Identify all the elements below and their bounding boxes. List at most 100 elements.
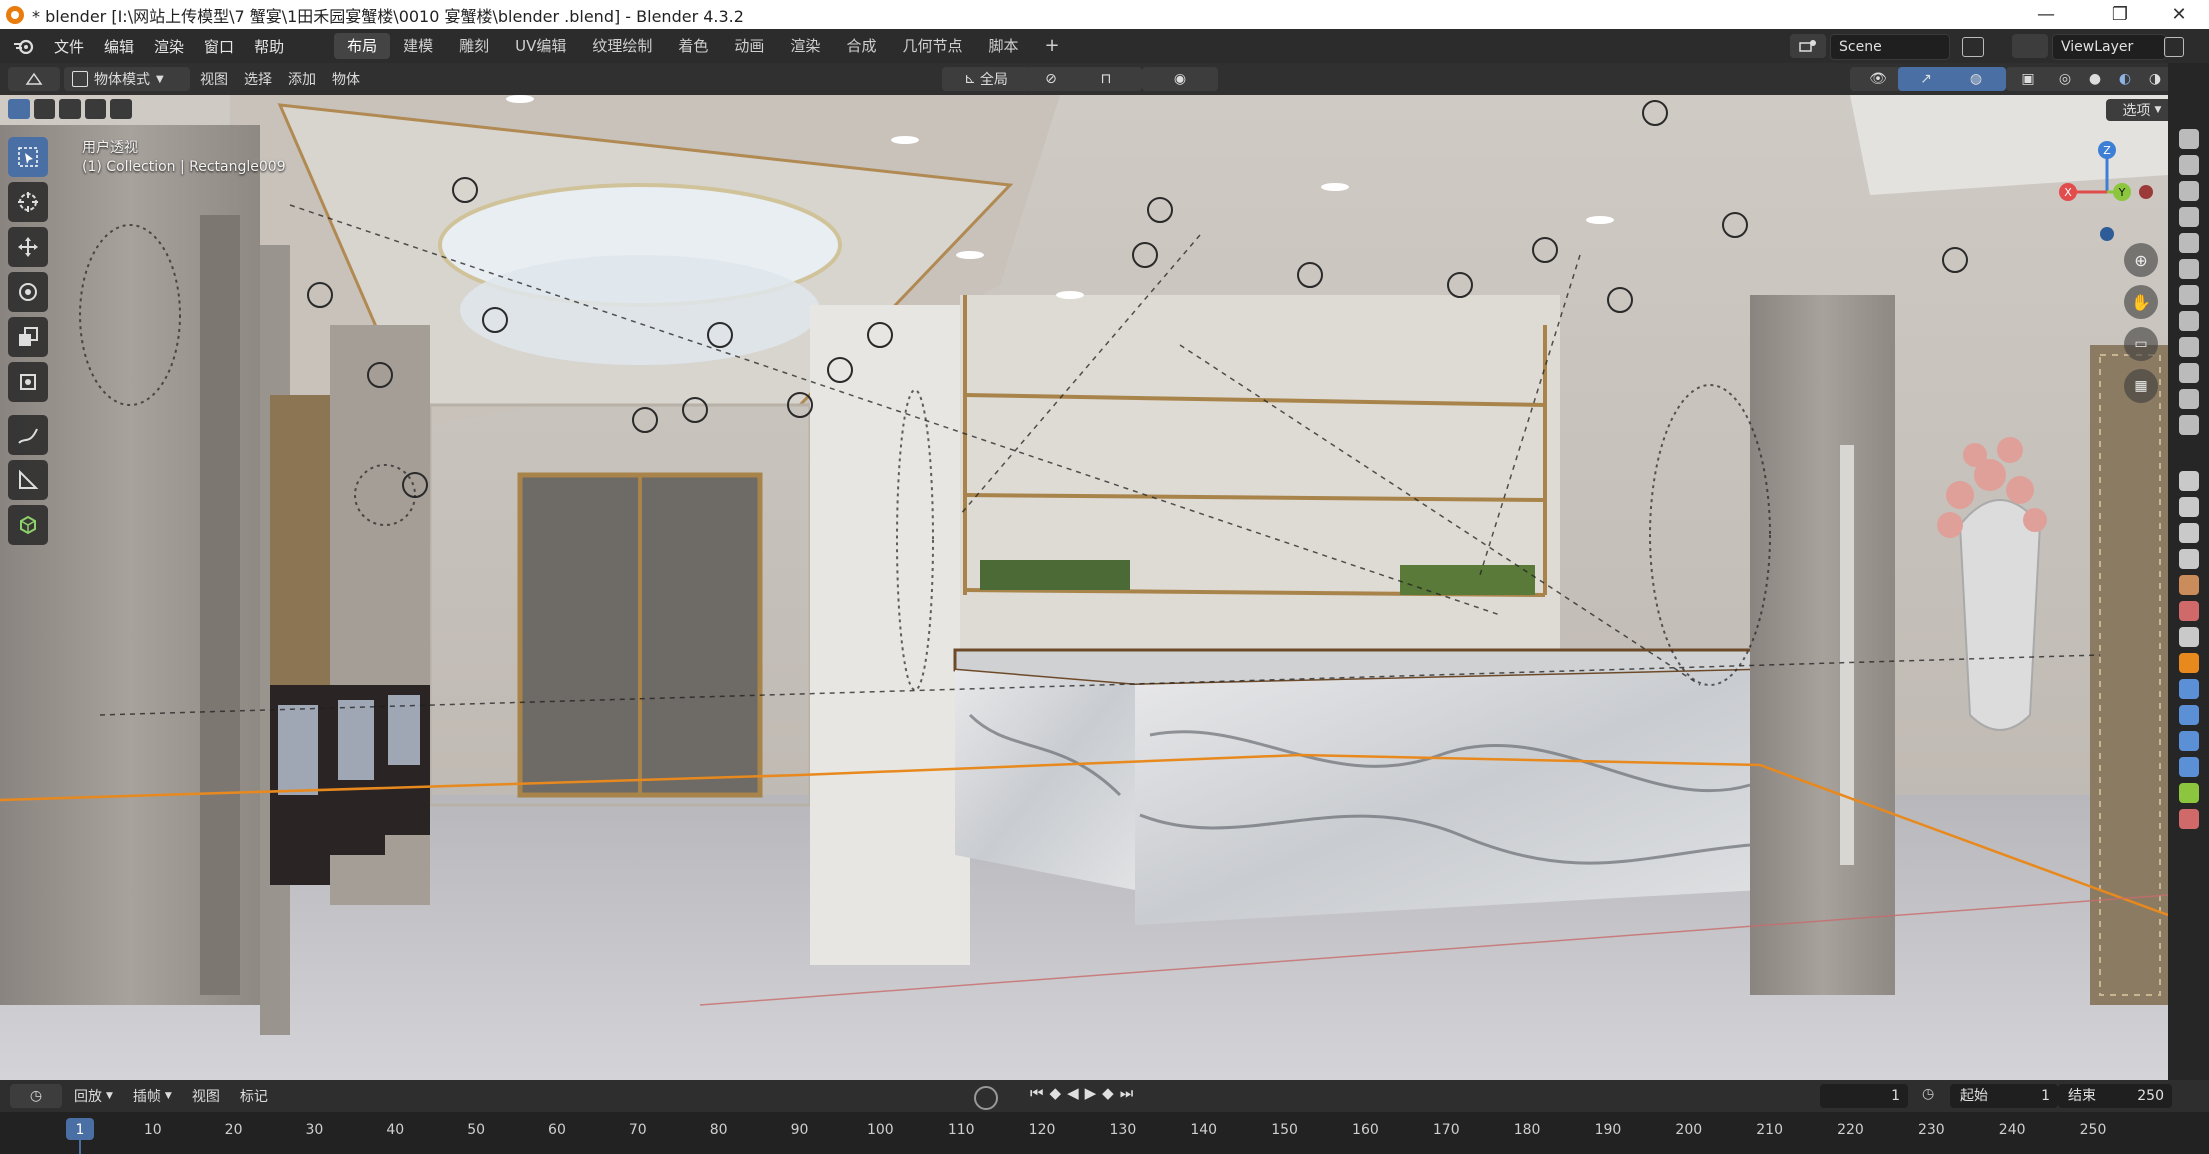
tab-animation[interactable]: 动画	[721, 33, 777, 59]
view-layer-settings-icon[interactable]	[2178, 549, 2199, 569]
annotate-icon[interactable]	[8, 415, 48, 455]
zoom-icon[interactable]: ⊕	[2124, 243, 2158, 277]
select-box-icon[interactable]	[8, 137, 48, 177]
tab-rendering[interactable]: 渲染	[777, 33, 833, 59]
measure-icon[interactable]	[8, 460, 48, 500]
camera-icon[interactable]	[2178, 129, 2199, 149]
particles-icon[interactable]	[2178, 705, 2199, 725]
menu-object[interactable]: 物体	[324, 69, 368, 89]
tab-shading[interactable]: 着色	[665, 33, 721, 59]
solid-shading-icon[interactable]: ●	[2089, 71, 2101, 87]
menu-timeline-view[interactable]: 视图	[184, 1084, 228, 1108]
camera-icon[interactable]	[2178, 311, 2199, 331]
add-cube-icon[interactable]	[8, 505, 48, 545]
menu-help[interactable]: 帮助	[244, 36, 294, 57]
view-layer-name-field[interactable]: ViewLayer	[2052, 34, 2166, 60]
camera-icon[interactable]	[2178, 207, 2199, 227]
move-icon[interactable]	[8, 227, 48, 267]
current-frame-field[interactable]: 1	[1820, 1084, 1908, 1108]
prev-keyframe-icon[interactable]: ◆	[1050, 1084, 1062, 1102]
navigation-gizmo[interactable]: Z X Y	[2052, 137, 2162, 247]
tool-settings-icon[interactable]	[2178, 471, 2199, 491]
proportional-edit-icon[interactable]: ◉	[1142, 67, 1218, 91]
editor-type-clock-icon[interactable]: ◷	[10, 1084, 62, 1108]
output-settings-icon[interactable]	[2178, 523, 2199, 543]
add-workspace-button[interactable]: +	[1031, 33, 1072, 59]
jump-end-icon[interactable]: ⏭	[1120, 1084, 1134, 1102]
overlays-icon[interactable]: ◍	[1946, 67, 2006, 91]
maximize-button[interactable]: ❐	[2090, 0, 2150, 29]
snap-icon[interactable]: ⊓	[1070, 67, 1142, 91]
constraints-icon[interactable]	[2178, 757, 2199, 777]
select-subtract-icon[interactable]	[59, 99, 81, 119]
tab-modeling[interactable]: 建模	[390, 33, 446, 59]
tab-compositing[interactable]: 合成	[833, 33, 889, 59]
neg-z-axis-handle[interactable]	[2100, 227, 2114, 241]
pan-hand-icon[interactable]: ✋	[2124, 285, 2158, 319]
shading-modes[interactable]: ◎ ● ◐ ◑	[2042, 67, 2178, 91]
menu-file[interactable]: 文件	[44, 36, 94, 57]
select-new-icon[interactable]	[8, 99, 30, 119]
menu-marker[interactable]: 标记	[232, 1084, 276, 1108]
physics-icon[interactable]	[2178, 731, 2199, 751]
play-reverse-icon[interactable]: ◀	[1067, 1084, 1079, 1102]
scene-selector-icon[interactable]	[1790, 34, 1826, 58]
scene-name-field[interactable]: Scene	[1830, 34, 1950, 60]
tab-layout[interactable]: 布局	[334, 33, 391, 59]
auto-keying-icon[interactable]	[974, 1086, 998, 1110]
transform-orientation-dropdown[interactable]: ⊾ 全局	[942, 67, 1030, 91]
camera-icon[interactable]	[2178, 363, 2199, 383]
menu-add[interactable]: 添加	[280, 69, 324, 89]
tab-scripting[interactable]: 脚本	[975, 33, 1031, 59]
start-frame-field[interactable]: 起始 1	[1950, 1084, 2058, 1108]
render-settings-icon[interactable]	[2178, 497, 2199, 517]
object-data-icon[interactable]	[2178, 783, 2199, 803]
material-icon[interactable]	[2178, 809, 2199, 829]
transform-icon[interactable]	[8, 362, 48, 402]
perspective-toggle-icon[interactable]: ▦	[2124, 369, 2158, 403]
view-layer-selector-icon[interactable]	[2012, 34, 2048, 58]
new-scene-icon[interactable]	[1962, 37, 1984, 57]
camera-icon[interactable]	[2178, 233, 2199, 253]
end-frame-field[interactable]: 结束 250	[2058, 1084, 2172, 1108]
rotate-icon[interactable]	[8, 272, 48, 312]
world-settings-icon[interactable]	[2178, 601, 2199, 621]
scale-icon[interactable]	[8, 317, 48, 357]
blender-menu-icon[interactable]	[10, 36, 38, 56]
menu-view[interactable]: 视图	[192, 69, 236, 89]
pivot-point-icon[interactable]: ⊘	[1026, 67, 1076, 91]
menu-keying[interactable]: 插帧 ▼	[125, 1084, 180, 1108]
tab-geometry-nodes[interactable]: 几何节点	[889, 33, 975, 59]
play-icon[interactable]: ▶	[1085, 1084, 1097, 1102]
select-intersect-icon[interactable]	[110, 99, 132, 119]
tab-uv-editing[interactable]: UV编辑	[502, 33, 579, 59]
modifier-wrench-icon[interactable]	[2178, 679, 2199, 699]
tab-texture-paint[interactable]: 纹理绘制	[579, 33, 665, 59]
camera-icon[interactable]	[2178, 285, 2199, 305]
frame-ruler[interactable]: 1 10 20 30 40 50 60 70 80 90 100 110 120 130 140 150 160…	[0, 1112, 2209, 1154]
options-dropdown[interactable]: 选项 ▼	[2106, 99, 2168, 121]
neg-x-axis-handle[interactable]	[2139, 185, 2153, 199]
cursor-icon[interactable]	[8, 182, 48, 222]
editor-type-icon[interactable]	[8, 67, 60, 91]
camera-icon[interactable]	[2178, 181, 2199, 201]
menu-render[interactable]: 渲染	[144, 36, 194, 57]
camera-icon[interactable]	[2178, 259, 2199, 279]
menu-playback[interactable]: 回放 ▼	[66, 1084, 121, 1108]
camera-icon[interactable]	[2178, 337, 2199, 357]
material-preview-icon[interactable]: ◐	[2119, 71, 2131, 87]
camera-icon[interactable]	[2178, 155, 2199, 175]
camera-view-icon[interactable]: ▭	[2124, 327, 2158, 361]
tab-sculpting[interactable]: 雕刻	[446, 33, 502, 59]
collection-settings-icon[interactable]	[2178, 627, 2199, 647]
object-properties-icon[interactable]	[2178, 653, 2199, 673]
menu-window[interactable]: 窗口	[194, 36, 244, 57]
camera-icon[interactable]	[2178, 389, 2199, 409]
camera-icon[interactable]	[2178, 415, 2199, 435]
menu-edit[interactable]: 编辑	[94, 36, 144, 57]
rendered-shading-icon[interactable]: ◑	[2149, 71, 2161, 87]
menu-select[interactable]: 选择	[236, 69, 280, 89]
select-invert-icon[interactable]	[84, 99, 107, 119]
close-button[interactable]: ✕	[2149, 0, 2209, 29]
wireframe-shading-icon[interactable]: ◎	[2059, 71, 2071, 87]
